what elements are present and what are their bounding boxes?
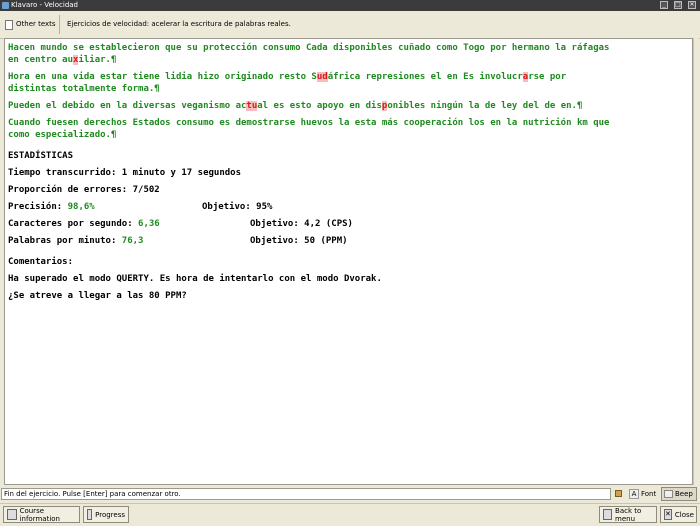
cps-label: Caracteres por segundo:	[8, 219, 133, 229]
clear-icon[interactable]	[614, 489, 623, 498]
back-to-menu-label: Back to menu	[615, 506, 642, 523]
close-icon: ✕	[664, 509, 672, 520]
course-information-button[interactable]: Course information	[3, 506, 80, 523]
beep-label: Beep	[675, 490, 693, 498]
stats-heading: ESTADÍSTICAS	[8, 151, 74, 161]
text-segment: áfrica represiones el en Es involucr	[327, 72, 523, 82]
status-bar: Fin del ejercicio. Pulse [Enter] para co…	[0, 486, 700, 502]
typed-paragraph-1-line-2: en centro auxiliar.¶	[8, 54, 116, 66]
comment-line-2: ¿Se atreve a llegar a las 80 PPM?	[8, 291, 187, 301]
maximize-button[interactable]: □	[674, 1, 682, 9]
toolbar-separator	[59, 15, 60, 34]
progress-label: Progress	[95, 510, 125, 519]
text-segment: iliar.¶	[78, 55, 117, 65]
typed-paragraph-2-line-2: distintas totalmente forma.¶	[8, 84, 160, 94]
speaker-icon	[664, 490, 673, 498]
close-label: Close	[674, 510, 694, 519]
text-segment: en centro au	[8, 55, 74, 65]
window-controls: _ □ ✕	[660, 1, 696, 9]
wpm-label: Palabras por minuto:	[8, 236, 117, 246]
error-mark: ud	[316, 72, 328, 82]
typed-paragraph-2-line-1: Hora en una vida estar tiene lidia hizo …	[8, 71, 566, 83]
font-label: Font	[641, 490, 657, 498]
chart-icon	[87, 509, 93, 520]
accuracy-label: Precisión:	[8, 202, 63, 212]
other-texts-label: Other texts	[16, 20, 56, 28]
text-segment: onibles ningún la de ley del de en.¶	[387, 101, 583, 111]
comments-heading: Comentarios:	[8, 257, 74, 267]
window-title: Klavaro - Velocidad	[11, 1, 78, 9]
typed-paragraph-1-line-1: Hacen mundo se establecieron que su prot…	[8, 43, 610, 53]
text-segment: Pueden el debido en la diversas veganism…	[8, 101, 247, 111]
error-ratio: Proporción de errores: 7/502	[8, 185, 160, 195]
cps-target: Objetivo: 4,2 (CPS)	[250, 219, 353, 229]
beep-toggle[interactable]: Beep	[661, 487, 697, 501]
progress-button[interactable]: Progress	[83, 506, 129, 523]
wpm-stat: Palabras por minuto: 76,3	[8, 235, 143, 247]
font-icon: A	[629, 489, 639, 499]
bottom-bar: Course information Progress Back to menu…	[0, 503, 700, 526]
back-arrow-icon	[603, 509, 613, 520]
minimize-button[interactable]: _	[660, 1, 668, 9]
comment-line-1: Ha superado el modo QUERTY. Es hora de i…	[8, 274, 382, 284]
accuracy-target: Objetivo: 95%	[202, 202, 273, 212]
app-icon	[2, 2, 9, 9]
accuracy-stat: Precisión: 98,6%	[8, 201, 95, 213]
exercise-title: Ejercicios de velocidad: acelerar la esc…	[67, 20, 291, 28]
text-segment: al es esto apoyo en dis	[257, 101, 382, 111]
text-segment: Hora en una vida estar tiene lidia hizo …	[8, 72, 317, 82]
accuracy-value: 98,6%	[67, 202, 95, 212]
lightbulb-icon	[7, 509, 17, 520]
status-entry[interactable]: Fin del ejercicio. Pulse [Enter] para co…	[1, 488, 611, 500]
typed-paragraph-4-line-1: Cuando fuesen derechos Estados consumo e…	[8, 118, 610, 128]
error-mark: tu	[246, 101, 258, 111]
close-window-button[interactable]: ✕	[688, 1, 696, 9]
toolbar: Other texts Ejercicios de velocidad: ace…	[0, 11, 700, 39]
typed-paragraph-4-line-2: como especializado.¶	[8, 130, 117, 140]
elapsed-time: Tiempo transcurrido: 1 minuto y 17 segun…	[8, 168, 241, 178]
window-titlebar: Klavaro - Velocidad _ □ ✕	[0, 0, 700, 11]
exercise-text-area[interactable]: Hacen mundo se establecieron que su prot…	[4, 38, 693, 485]
other-texts-button[interactable]: Other texts	[3, 17, 56, 31]
course-information-label: Course information	[19, 506, 60, 523]
wpm-target: Objetivo: 50 (PPM)	[250, 236, 348, 246]
vertical-scrollbar[interactable]	[693, 38, 699, 485]
back-to-menu-button[interactable]: Back to menu	[599, 506, 657, 523]
text-segment: rse por	[528, 72, 567, 82]
font-button[interactable]: A Font	[629, 487, 659, 501]
wpm-value: 76,3	[121, 236, 144, 246]
document-icon	[3, 19, 13, 30]
cps-stat: Caracteres por segundo: 6,36	[8, 218, 160, 230]
typed-paragraph-3: Pueden el debido en la diversas veganism…	[8, 100, 582, 112]
cps-value: 6,36	[138, 219, 160, 229]
close-button[interactable]: ✕ Close	[660, 506, 697, 523]
